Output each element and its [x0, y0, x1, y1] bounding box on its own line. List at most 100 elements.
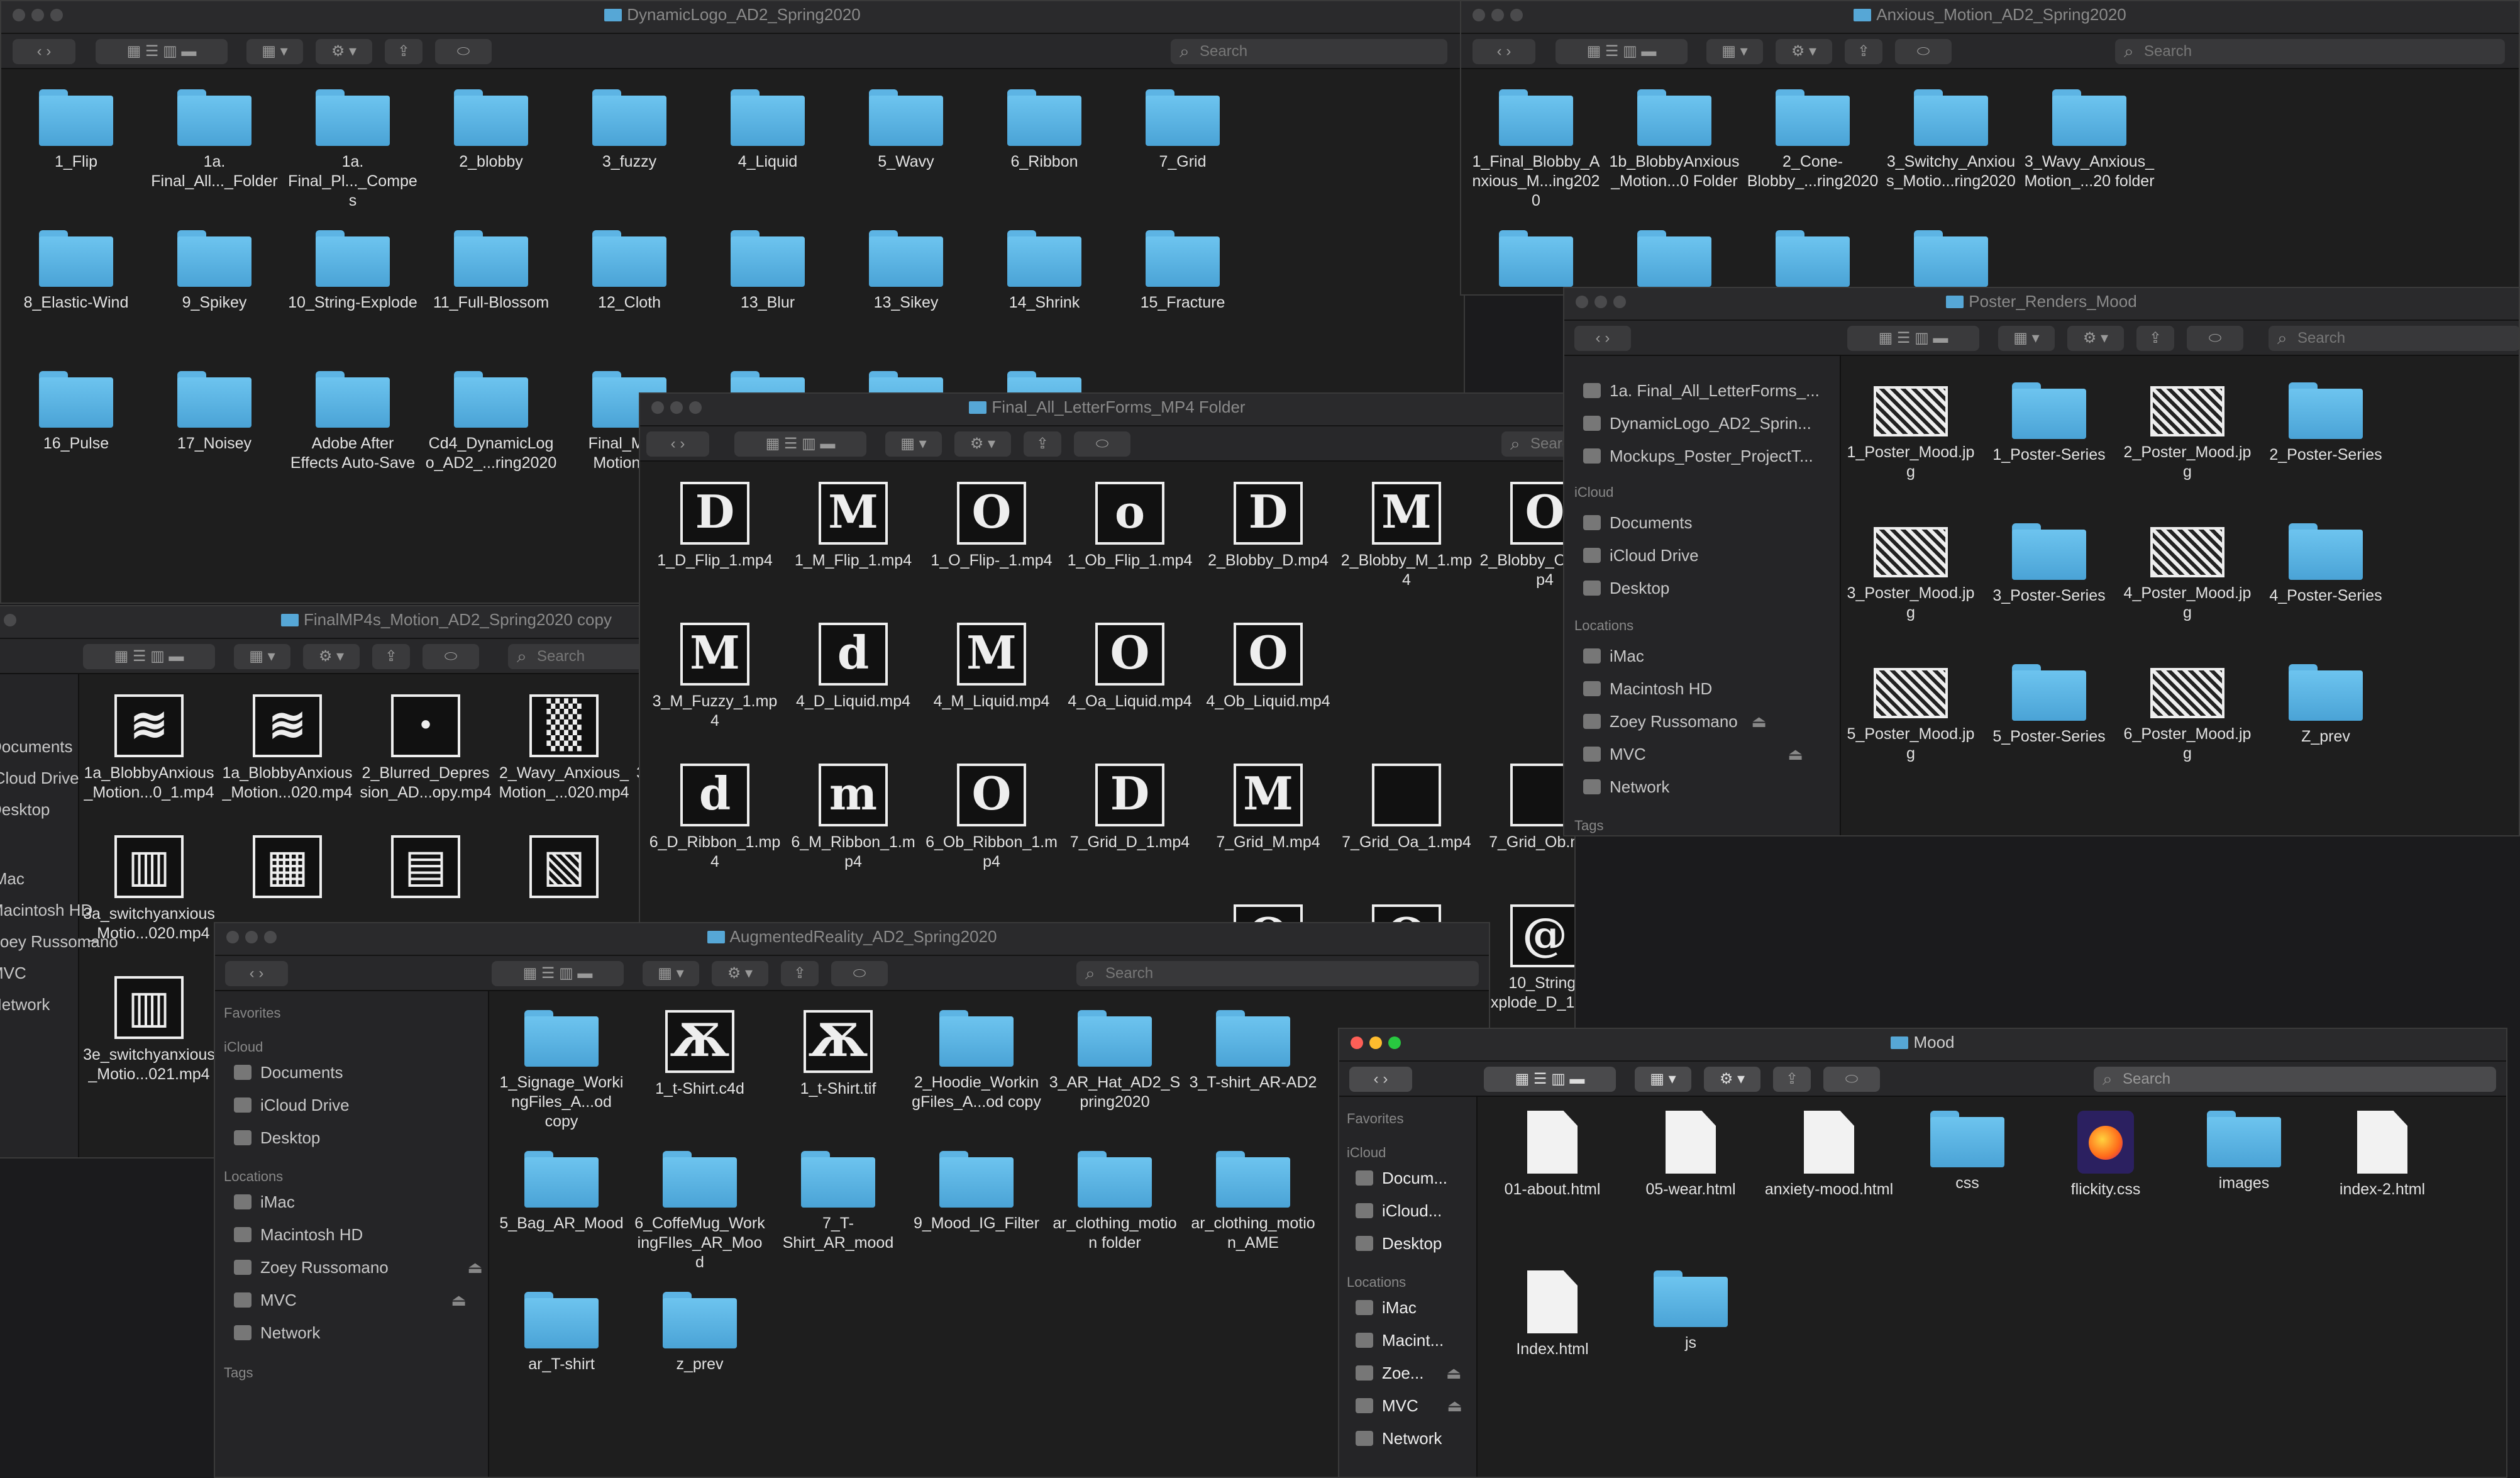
back-forward-button[interactable]: ‹ › [1473, 39, 1535, 64]
sidebar-item-imac[interactable]: iMac [1583, 647, 1644, 666]
file-item[interactable]: m 6_M_Ribbon_1.mp4 [787, 764, 919, 872]
back-forward-button[interactable]: ‹ › [225, 961, 288, 986]
folder-item[interactable] [1885, 230, 2017, 293]
file-item[interactable]: d 4_D_Liquid.mp4 [787, 623, 919, 711]
sidebar-item-mvc[interactable]: MVC ⏏ [1356, 1396, 1462, 1416]
folder-item[interactable]: Z_prev [2260, 664, 2392, 747]
file-item[interactable]: 3_Poster_Mood.jpg [1845, 523, 1977, 623]
folder-item[interactable]: z_prev [634, 1292, 766, 1374]
file-item[interactable]: anxiety-mood.html [1763, 1111, 1895, 1199]
file-item[interactable]: 5_Poster_Mood.jpg [1845, 664, 1977, 764]
view-mode-buttons[interactable]: ▦ ☰ ▥ ▬ [1484, 1067, 1616, 1092]
sidebar-item-documents[interactable]: Documents [1583, 513, 1693, 533]
file-item[interactable]: ▒ 2_Wavy_Anxious_Motion_...020.mp4 [498, 694, 630, 803]
file-item[interactable]: D 2_Blobby_D.mp4 [1202, 482, 1334, 570]
file-item[interactable]: M 1_M_Flip_1.mp4 [787, 482, 919, 570]
group-button[interactable]: ▦ ▾ [1635, 1067, 1691, 1092]
group-button[interactable]: ▦ ▾ [643, 961, 699, 986]
folder-item[interactable]: 16_Pulse [10, 371, 142, 453]
tag-button[interactable]: ⬭ [2187, 326, 2243, 351]
folder-item[interactable]: ar_clothing_motion_AME [1187, 1151, 1319, 1253]
tag-button[interactable]: ⬭ [423, 644, 479, 669]
file-item[interactable]: @10_String-Explode_D_1.mp4 [1479, 904, 1574, 1013]
sidebar-item-documents[interactable]: Documents [234, 1063, 343, 1082]
file-item[interactable]: O 1_O_Flip-_1.mp4 [926, 482, 1058, 570]
folder-item[interactable]: css [1901, 1111, 2033, 1193]
title-bar[interactable]: Final_All_LetterForms_MP4 Folder [640, 394, 1574, 426]
folder-item[interactable]: 9_Mood_IG_Filter [910, 1151, 1042, 1233]
folder-item[interactable]: ar_clothing_motion folder [1049, 1151, 1181, 1253]
tag-button[interactable]: ⬭ [435, 39, 492, 64]
folder-item[interactable] [1747, 230, 1879, 293]
file-item[interactable]: O 4_Oa_Liquid.mp4 [1064, 623, 1196, 711]
title-bar[interactable]: Mood [1339, 1029, 2506, 1062]
sidebar-item-icloud-drive[interactable]: iCloud... [1356, 1201, 1442, 1221]
sidebar-item-macintosh-hd[interactable]: Macintosh HD [0, 901, 92, 920]
sidebar-item-desktop[interactable]: Desktop [234, 1128, 320, 1148]
folder-item[interactable]: 10_String-Explode [287, 230, 419, 313]
folder-item[interactable]: 15_Fracture [1117, 230, 1249, 313]
folder-item[interactable]: 2_Poster-Series [2260, 382, 2392, 465]
sidebar-item-desktop[interactable]: Desktop [1583, 579, 1669, 598]
sidebar-item-icloud-drive[interactable]: iCloud Drive [234, 1096, 350, 1115]
share-button[interactable]: ⇪ [372, 644, 410, 669]
folder-item[interactable]: Cd4_DynamicLog o_AD2_...ring2020 [425, 371, 557, 473]
sidebar-item-mvc[interactable]: MVC ⏏ [1583, 745, 1803, 764]
eject-icon[interactable]: ⏏ [451, 1291, 467, 1310]
folder-item[interactable] [1608, 230, 1740, 293]
action-gear-button[interactable]: ⚙ ▾ [2067, 326, 2124, 351]
folder-item[interactable]: 5_Bag_AR_Mood [495, 1151, 627, 1233]
file-item[interactable]: 7_Grid_Oa_1.mp4 [1340, 764, 1473, 852]
group-button[interactable]: ▦ ▾ [234, 644, 290, 669]
action-gear-button[interactable]: ⚙ ▾ [303, 644, 360, 669]
folder-item[interactable]: 7_T-Shirt_AR_mood [772, 1151, 904, 1253]
folder-item[interactable]: 3_AR_Hat_AD2_Spring2020 [1049, 1010, 1181, 1112]
tag-button[interactable]: ⬭ [1074, 431, 1130, 457]
sidebar-item-imac[interactable]: iMac [234, 1192, 295, 1212]
folder-item[interactable]: 14_Shrink [978, 230, 1110, 313]
file-item[interactable]: ▥ 3e_switchyanxious_Motio...021.mp4 [83, 976, 215, 1084]
title-bar[interactable]: Poster_Renders_Mood [1564, 288, 2519, 321]
folder-item[interactable]: 1_Poster-Series [1983, 382, 2115, 465]
file-item[interactable]: Ѫ 1_t-Shirt.c4d [634, 1010, 766, 1099]
file-item[interactable]: ▧ [498, 835, 630, 904]
share-button[interactable]: ⇪ [781, 961, 819, 986]
file-item[interactable]: O 6_Ob_Ribbon_1.mp4 [926, 764, 1058, 872]
eject-icon[interactable]: ⏏ [1446, 1364, 1462, 1383]
sidebar-item-macintosh-hd[interactable]: Macint... [1356, 1331, 1444, 1350]
file-item[interactable]: 6_Poster_Mood.jpg [2121, 664, 2253, 764]
view-mode-buttons[interactable]: ▦ ☰ ▥ ▬ [492, 961, 624, 986]
folder-item[interactable]: Adobe After Effects Auto-Save [287, 371, 419, 473]
file-item[interactable]: M 2_Blobby_M_1.mp4 [1340, 482, 1473, 590]
folder-item[interactable]: 3_Poster-Series [1983, 523, 2115, 606]
title-bar[interactable]: DynamicLogo_AD2_Spring2020 [1, 1, 1464, 34]
folder-item[interactable]: ar_T-shirt [495, 1292, 627, 1374]
sidebar-item-network[interactable]: Network [234, 1323, 320, 1343]
sidebar-item-network[interactable]: Network [1583, 777, 1669, 797]
file-item[interactable]: d 6_D_Ribbon_1.mp4 [649, 764, 781, 872]
file-item[interactable]: flickity.css [2040, 1111, 2172, 1199]
folder-item[interactable]: 8_Elastic-Wind [10, 230, 142, 313]
group-button[interactable]: ▦ ▾ [885, 431, 942, 457]
folder-item[interactable]: 2_blobby [425, 89, 557, 172]
folder-item[interactable]: 17_Noisey [148, 371, 280, 453]
view-mode-buttons[interactable]: ▦ ☰ ▥ ▬ [83, 644, 215, 669]
file-item[interactable]: ≋ 1a_BlobbyAnxious_Motion...0_1.mp4 [83, 694, 215, 803]
action-gear-button[interactable]: ⚙ ▾ [1704, 1067, 1760, 1092]
file-item[interactable]: ▥ 3a_switchyanxious_Motio...020.mp4 [83, 835, 215, 943]
folder-item[interactable]: images [2178, 1111, 2310, 1193]
search-field[interactable]: Search [2269, 326, 2519, 351]
sidebar-item-mockups[interactable]: Mockups_Poster_ProjectT... [1583, 447, 1813, 466]
group-button[interactable]: ▦ ▾ [1706, 39, 1763, 64]
view-mode-buttons[interactable]: ▦ ☰ ▥ ▬ [734, 431, 866, 457]
eject-icon[interactable]: ⏏ [467, 1258, 483, 1277]
sidebar-item-zoey[interactable]: Zoe... ⏏ [1356, 1364, 1461, 1383]
file-item[interactable]: o 1_Ob_Flip_1.mp4 [1064, 482, 1196, 570]
file-item[interactable]: M 3_M_Fuzzy_1.mp4 [649, 623, 781, 731]
search-field[interactable]: Search [1076, 961, 1479, 986]
folder-item[interactable]: 13_Sikey [840, 230, 972, 313]
view-mode-buttons[interactable]: ▦ ☰ ▥ ▬ [1556, 39, 1688, 64]
file-item[interactable]: O 4_Ob_Liquid.mp4 [1202, 623, 1334, 711]
sidebar-item-letterforms[interactable]: 1a. Final_All_LetterForms_... [1583, 381, 1820, 401]
title-bar[interactable]: AugmentedReality_AD2_Spring2020 [215, 923, 1489, 956]
